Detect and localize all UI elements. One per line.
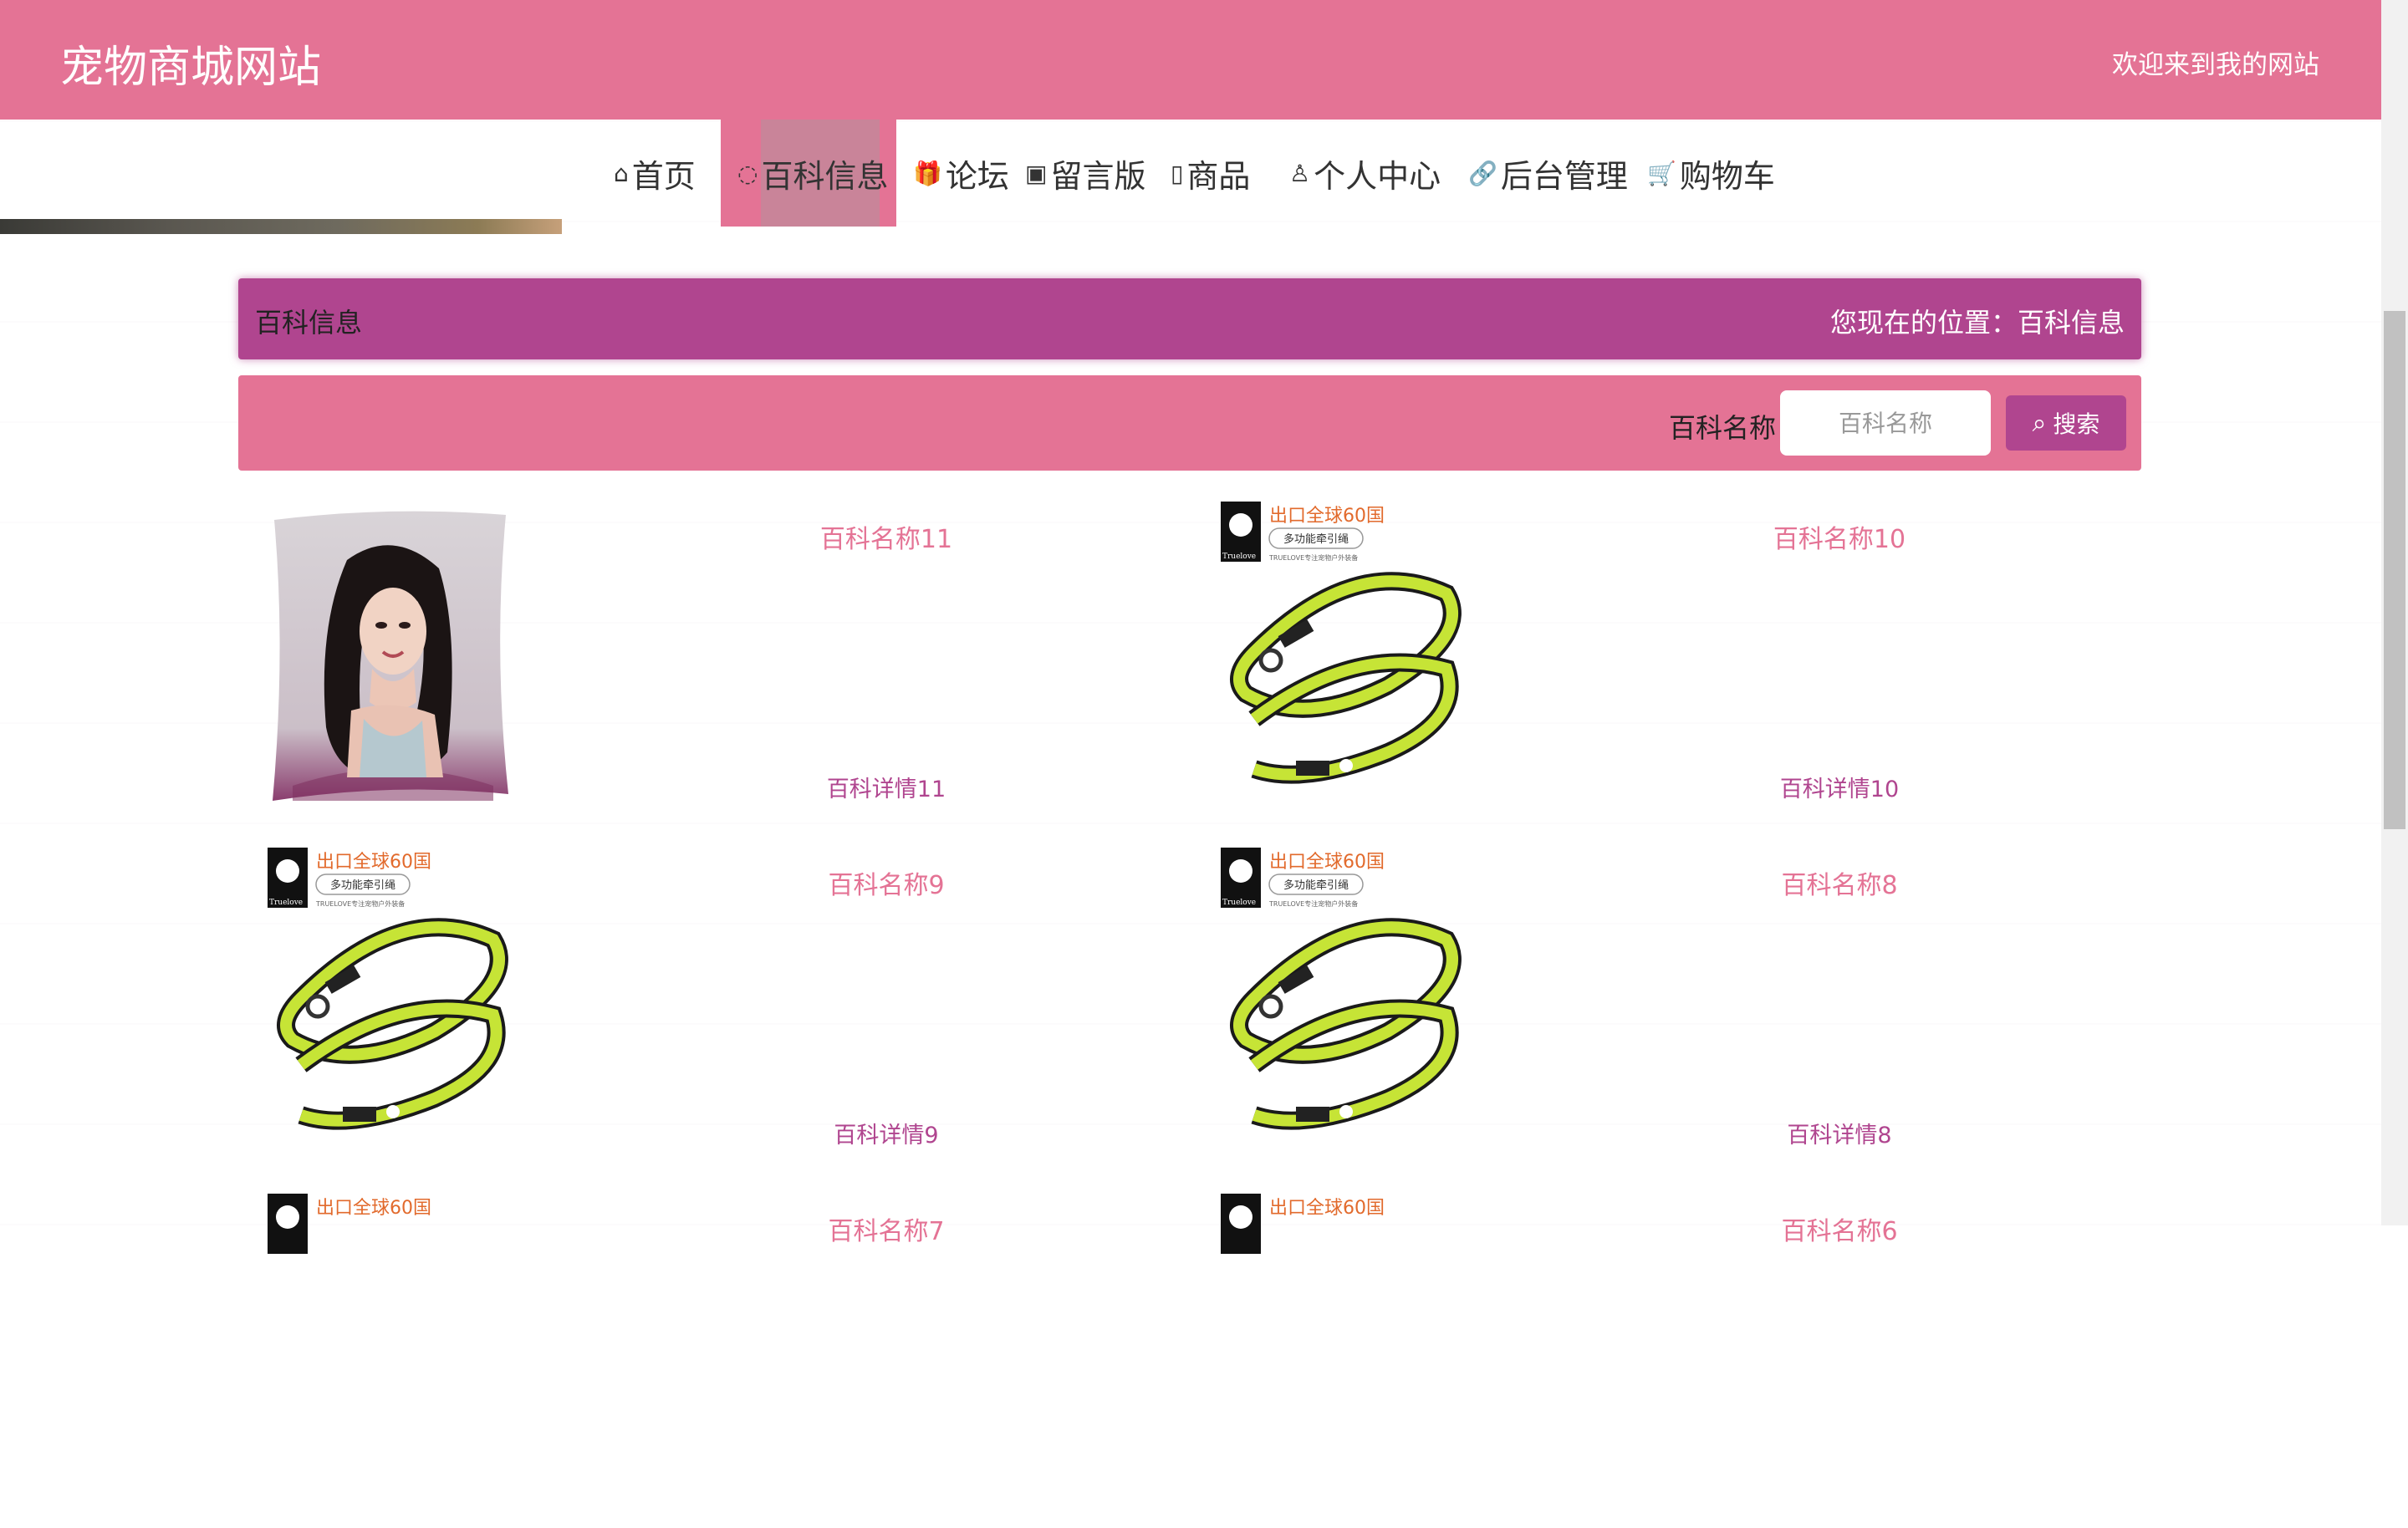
section-title: 百科信息 <box>255 307 363 339</box>
grid-icon: ▣ <box>1025 159 1048 187</box>
label-sub: 多功能牵引绳 <box>1283 532 1349 546</box>
nav-label-encyclopedia: 百科信息 <box>761 157 889 195</box>
nav-label-home: 首页 <box>631 157 696 195</box>
card-name[interactable]: 百科名称8 <box>1630 864 2048 901</box>
card-name[interactable]: 百科名称6 <box>1630 1210 2048 1247</box>
nav-label-profile: 个人中心 <box>1314 157 1441 195</box>
search-button-label: 搜索 <box>2053 410 2100 438</box>
cart-icon: 🛒 <box>1647 159 1676 187</box>
search-bar: 百科名称 ⌕ 搜索 <box>238 375 2141 471</box>
nav-label-products: 商品 <box>1186 157 1251 195</box>
search-button[interactable]: ⌕ 搜索 <box>2006 395 2126 451</box>
card-detail: 百科详情8 <box>1787 1123 1892 1149</box>
nav-item-forum[interactable]: 🎁 论坛 <box>913 120 1009 227</box>
nav-label-admin: 后台管理 <box>1500 157 1628 195</box>
site-title: 宠物商城网站 <box>60 43 322 93</box>
label-headline: 出口全球60国 <box>1269 852 1385 873</box>
label-brand: Truelove <box>269 899 303 907</box>
card-name[interactable]: 百科名称11 <box>677 518 1095 555</box>
encyclopedia-card[interactable]: 出口全球60国 多功能牵引绳 TRUELOVE专注宠物户外装备 Truelove… <box>1221 848 2140 1182</box>
nav-item-products[interactable]: ▯ 商品 <box>1171 120 1250 227</box>
card-name[interactable]: 百科名称7 <box>677 1210 1095 1247</box>
card-name[interactable]: 百科名称10 <box>1630 518 2048 555</box>
encyclopedia-card[interactable]: 百科名称11 百科详情11 <box>268 502 1187 836</box>
label-brand: Truelove <box>1222 899 1256 907</box>
card-name[interactable]: 百科名称9 <box>677 864 1095 901</box>
nav-item-guestbook[interactable]: ▣ 留言版 <box>1025 120 1145 227</box>
search-label: 百科名称 <box>1669 412 1777 444</box>
label-headline: 出口全球60国 <box>1269 1198 1385 1219</box>
label-fine: TRUELOVE专注宠物户外装备 <box>1268 553 1358 562</box>
encyclopedia-card[interactable]: 出口全球60国 百科名称7 <box>268 1194 1187 1528</box>
encyclopedia-card[interactable]: 出口全球60国 多功能牵引绳 TRUELOVE专注宠物户外装备 Truelove… <box>1221 502 2140 836</box>
encyclopedia-card[interactable]: 出口全球60国 百科名称6 <box>1221 1194 2140 1528</box>
label-fine: TRUELOVE专注宠物户外装备 <box>315 899 405 908</box>
encyclopedia-card[interactable]: 出口全球60国 多功能牵引绳 TRUELOVE专注宠物户外装备 Truelove… <box>268 848 1187 1182</box>
label-brand: Truelove <box>1222 553 1256 561</box>
nav-label-forum: 论坛 <box>945 157 1009 195</box>
nav-item-profile[interactable]: ♙ 个人中心 <box>1289 120 1441 227</box>
columns-icon: ▯ <box>1171 159 1184 187</box>
card-image-leash[interactable]: 出口全球60国 <box>268 1194 510 1495</box>
card-image-leash[interactable]: 出口全球60国 多功能牵引绳 TRUELOVE专注宠物户外装备 Truelove <box>1221 502 1463 802</box>
nav-label-cart: 购物车 <box>1679 157 1775 195</box>
card-image-pillow[interactable] <box>268 502 510 802</box>
scrollbar-thumb[interactable] <box>2384 311 2405 829</box>
section-header: 百科信息 您现在的位置：百科信息 <box>238 278 2141 359</box>
label-fine: TRUELOVE专注宠物户外装备 <box>1268 899 1358 908</box>
label-headline: 出口全球60国 <box>1269 506 1385 527</box>
label-headline: 出口全球60国 <box>316 852 431 873</box>
search-icon: ⌕ <box>2032 408 2047 438</box>
card-detail: 百科详情10 <box>1779 777 1900 802</box>
label-sub: 多功能牵引绳 <box>330 879 395 892</box>
welcome-text: 欢迎来到我的网站 <box>2112 50 2319 80</box>
nav-item-encyclopedia[interactable]: ◌ 百科信息 <box>721 120 896 227</box>
gift-icon: 🎁 <box>913 159 942 187</box>
top-header: 宠物商城网站 欢迎来到我的网站 <box>0 0 2381 120</box>
breadcrumb: 您现在的位置：百科信息 <box>1829 307 2125 339</box>
card-image-leash[interactable]: 出口全球60国 <box>1221 1194 1463 1495</box>
card-image-leash[interactable]: 出口全球60国 多功能牵引绳 TRUELOVE专注宠物户外装备 Truelove <box>1221 848 1463 1149</box>
chat-bubble-icon: ◌ <box>737 159 758 187</box>
main-nav: ⌂ 首页 ◌ 百科信息 🎁 论坛 ▣ 留言版 ▯ 商品 ♙ 个人中心 🔗 后台管… <box>0 120 2381 227</box>
label-sub: 多功能牵引绳 <box>1283 879 1349 892</box>
nav-item-home[interactable]: ⌂ 首页 <box>614 120 696 227</box>
card-detail: 百科详情9 <box>834 1123 939 1149</box>
user-icon: ♙ <box>1289 159 1311 187</box>
nav-label-guestbook: 留言版 <box>1050 157 1146 195</box>
nav-item-admin[interactable]: 🔗 后台管理 <box>1468 120 1628 227</box>
label-headline: 出口全球60国 <box>316 1198 431 1219</box>
card-detail: 百科详情11 <box>826 777 946 802</box>
card-image-leash[interactable]: 出口全球60国 多功能牵引绳 TRUELOVE专注宠物户外装备 Truelove <box>268 848 510 1149</box>
link-icon: 🔗 <box>1468 159 1497 187</box>
nav-item-cart[interactable]: 🛒 购物车 <box>1647 120 1775 227</box>
search-input[interactable] <box>1780 390 1991 456</box>
home-icon: ⌂ <box>614 159 629 187</box>
